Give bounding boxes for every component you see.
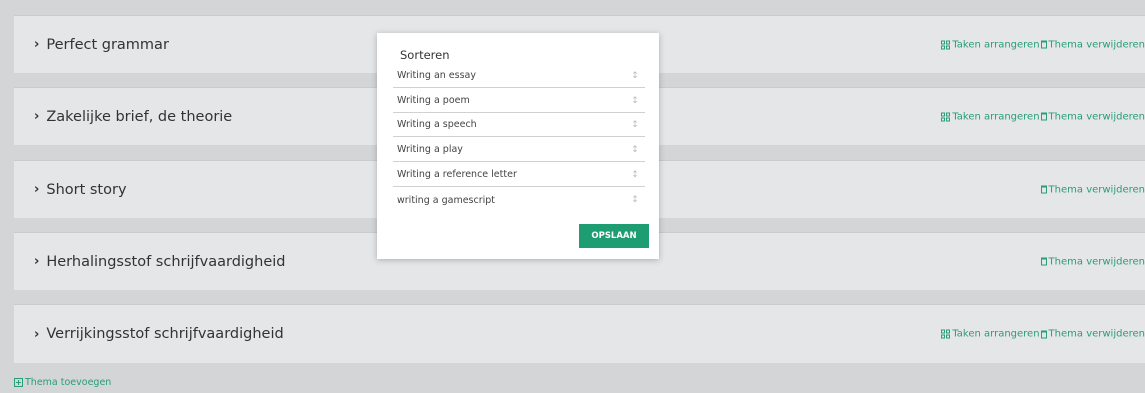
delete-theme-button[interactable]: Thema verwijderen bbox=[1040, 256, 1145, 267]
sortable-item[interactable]: Writing a play ↕ bbox=[393, 138, 645, 162]
theme-actions: Taken arrangeren Thema verwijderen bbox=[941, 329, 1145, 340]
theme-title: Short story bbox=[46, 181, 127, 198]
theme-toggle[interactable]: › Zakelijke brief, de theorie bbox=[34, 109, 232, 125]
theme-toggle[interactable]: › Verrijkingsstof schrijfvaardigheid bbox=[34, 326, 284, 342]
plus-square-icon bbox=[14, 378, 23, 387]
add-theme-label: Thema toevoegen bbox=[25, 377, 112, 388]
theme-toggle[interactable]: › Short story bbox=[34, 182, 127, 198]
sortable-item-label: Writing a reference letter bbox=[397, 169, 517, 180]
chevron-right-icon: › bbox=[34, 326, 40, 342]
arrange-tasks-button[interactable]: Taken arrangeren bbox=[941, 111, 1040, 122]
sort-modal: Sorteren Writing an essay ↕ Writing a po… bbox=[377, 33, 659, 259]
drag-handle-icon[interactable]: ↕ bbox=[625, 195, 645, 205]
delete-theme-button[interactable]: Thema verwijderen bbox=[1040, 111, 1145, 122]
theme-actions: Taken arrangeren Thema verwijderen bbox=[941, 111, 1145, 122]
drag-handle-icon[interactable]: ↕ bbox=[625, 71, 645, 81]
sortable-item[interactable]: Writing an essay ↕ bbox=[393, 64, 645, 88]
sortable-item-label: Writing a play bbox=[397, 144, 463, 155]
trash-icon bbox=[1040, 185, 1047, 194]
delete-theme-label: Thema verwijderen bbox=[1048, 111, 1145, 122]
delete-theme-button[interactable]: Thema verwijderen bbox=[1040, 184, 1145, 195]
delete-theme-button[interactable]: Thema verwijderen bbox=[1040, 39, 1145, 50]
drag-handle-icon[interactable]: ↕ bbox=[625, 170, 645, 180]
sortable-item[interactable]: Writing a speech ↕ bbox=[393, 113, 645, 137]
arrange-tasks-button[interactable]: Taken arrangeren bbox=[941, 39, 1040, 50]
drag-handle-icon[interactable]: ↕ bbox=[625, 120, 645, 130]
sortable-item[interactable]: Writing a reference letter ↕ bbox=[393, 163, 645, 187]
theme-actions: Taken arrangeren Thema verwijderen bbox=[941, 39, 1145, 50]
delete-theme-label: Thema verwijderen bbox=[1048, 39, 1145, 50]
theme-title: Verrijkingsstof schrijfvaardigheid bbox=[46, 326, 284, 342]
sortable-item-label: Writing an essay bbox=[397, 70, 476, 81]
arrange-tasks-label: Taken arrangeren bbox=[952, 328, 1040, 340]
sortable-item[interactable]: Writing a poem ↕ bbox=[393, 89, 645, 113]
theme-panel: › Verrijkingsstof schrijfvaardigheid Tak… bbox=[14, 304, 1145, 363]
chevron-right-icon: › bbox=[34, 109, 40, 124]
grid-icon bbox=[941, 40, 951, 49]
drag-handle-icon[interactable]: ↕ bbox=[625, 145, 645, 155]
delete-theme-label: Thema verwijderen bbox=[1048, 184, 1145, 195]
grid-icon bbox=[941, 329, 951, 339]
trash-icon bbox=[1040, 112, 1047, 121]
sortable-item[interactable]: writing a gamescript ↕ bbox=[393, 188, 645, 212]
theme-title: Zakelijke brief, de theorie bbox=[46, 108, 233, 125]
delete-theme-button[interactable]: Thema verwijderen bbox=[1040, 329, 1145, 340]
arrange-tasks-label: Taken arrangeren bbox=[952, 111, 1040, 122]
chevron-right-icon: › bbox=[34, 182, 40, 197]
sortable-item-label: Writing a speech bbox=[397, 119, 477, 130]
arrange-tasks-button[interactable]: Taken arrangeren bbox=[941, 328, 1040, 340]
delete-theme-label: Thema verwijderen bbox=[1048, 328, 1145, 340]
trash-icon bbox=[1040, 330, 1047, 338]
save-button[interactable]: OPSLAAN bbox=[579, 224, 649, 248]
theme-toggle[interactable]: › Herhalingsstof schrijfvaardigheid bbox=[34, 254, 285, 270]
arrange-tasks-label: Taken arrangeren bbox=[952, 39, 1040, 50]
modal-title: Sorteren bbox=[400, 48, 450, 62]
delete-theme-label: Thema verwijderen bbox=[1048, 256, 1145, 267]
theme-title: Perfect grammar bbox=[46, 36, 169, 53]
trash-icon bbox=[1040, 257, 1047, 266]
add-theme-link[interactable]: Thema toevoegen bbox=[14, 377, 111, 388]
chevron-right-icon: › bbox=[34, 254, 40, 269]
trash-icon bbox=[1040, 40, 1047, 49]
theme-title: Herhalingsstof schrijfvaardigheid bbox=[46, 253, 286, 270]
theme-toggle[interactable]: › Perfect grammar bbox=[34, 37, 169, 53]
sortable-item-label: Writing a poem bbox=[397, 95, 470, 106]
chevron-right-icon: › bbox=[34, 37, 40, 52]
theme-actions: Thema verwijderen bbox=[1040, 256, 1145, 267]
sortable-item-label: writing a gamescript bbox=[397, 194, 496, 206]
theme-actions: Thema verwijderen bbox=[1040, 184, 1145, 195]
grid-icon bbox=[941, 112, 951, 121]
drag-handle-icon[interactable]: ↕ bbox=[625, 96, 645, 106]
